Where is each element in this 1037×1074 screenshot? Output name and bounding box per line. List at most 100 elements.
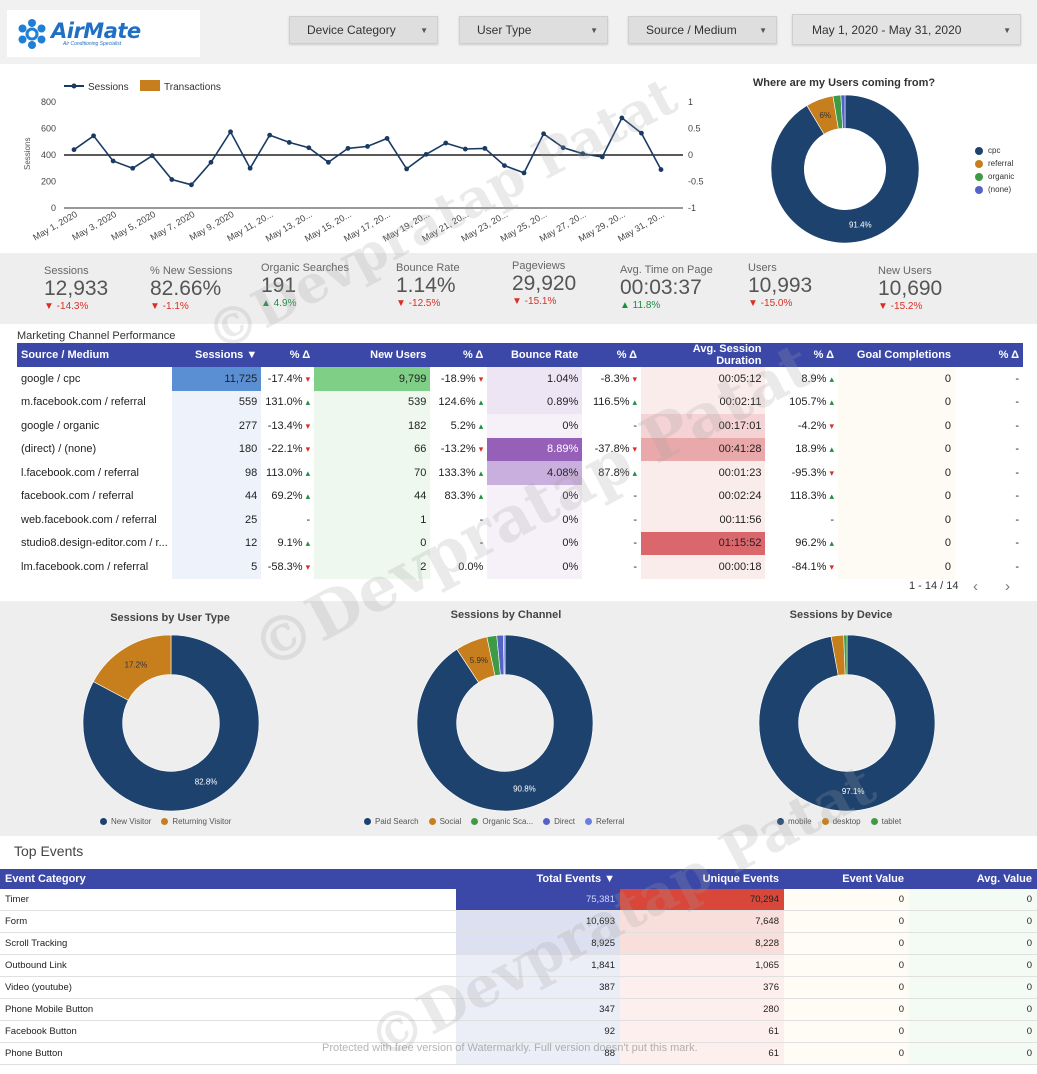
up-arrow-icon: ▴ <box>478 467 484 478</box>
table-cell: 00:05:12 <box>641 367 766 391</box>
prev-page-icon[interactable]: ‹ <box>973 578 978 595</box>
table-row: Outbound Link 1,841 1,065 0 0 <box>0 954 1037 978</box>
device-category-filter[interactable]: Device Category ▼ <box>289 16 438 44</box>
table-cell: 124.6% ▴ <box>438 396 484 409</box>
y-tick-label: 800 <box>41 97 56 107</box>
column-header: % Δ <box>765 343 839 367</box>
column-header: Bounce Rate <box>487 343 583 367</box>
legend-label: cpc <box>988 146 1001 155</box>
sessions-data-point <box>560 145 566 151</box>
table-cell: 10,693 <box>456 910 620 934</box>
kpi-scorecards: Sessions 12,933 ▼ -14.3% % New Sessions 82.6… <box>0 253 1037 324</box>
table-row: facebook.com / referral 44 69.2% ▴ 44 83.3% … <box>17 484 1023 508</box>
table-cell: -37.8% ▾ <box>594 443 638 456</box>
legend-label: mobile <box>788 817 812 826</box>
up-arrow-icon: ▴ <box>478 491 484 502</box>
column-header: Source / Medium <box>17 343 172 367</box>
table-cell: -22.1% ▾ <box>267 443 311 456</box>
date-range-picker[interactable]: May 1, 2020 - May 31, 2020 ▼ <box>792 14 1021 45</box>
sessions-data-point <box>384 136 390 141</box>
column-header: Unique Events <box>620 869 784 889</box>
watermark-note: Protected with free version of Watermark… <box>322 1042 698 1054</box>
table-cell: 131.0% ▴ <box>265 396 311 409</box>
table-cell: -84.1% ▾ <box>791 560 835 573</box>
user-type-legend: New Visitor Returning Visitor <box>100 817 241 826</box>
table-cell: - <box>1015 396 1019 409</box>
chevron-down-icon: ▼ <box>759 26 767 35</box>
table-cell: google / cpc <box>21 372 81 385</box>
donut-data-label: 97.1% <box>842 787 865 796</box>
table-cell: 0 <box>784 932 909 956</box>
legend-label: Returning Visitor <box>172 817 232 826</box>
table-header-row: Source / Medium Sessions ▼% Δ New Users% Δ… <box>17 343 1023 367</box>
table-cell: -58.3% ▾ <box>267 560 311 573</box>
table-cell: Facebook Button <box>0 1020 456 1043</box>
kpi-bounce-rate: Bounce Rate 1.14% ▼ -12.5% <box>396 262 460 309</box>
table-cell: 0% <box>487 414 583 438</box>
kpi-label: New Users <box>878 265 932 277</box>
table-cell: 87.8% ▴ <box>598 466 638 479</box>
sessions-data-point <box>130 165 136 171</box>
table-cell: 113.0% ▴ <box>266 466 311 479</box>
table-cell: 0 <box>784 998 909 1021</box>
sessions-data-point <box>423 151 429 157</box>
column-header: Goal Completions <box>838 343 956 367</box>
table-cell: 5 <box>171 555 262 579</box>
table-cell: 11,725 <box>171 367 262 391</box>
table-row: google / organic 277 -13.4% ▾ 182 5.2% ▴ 0% -0… <box>17 414 1023 438</box>
table-cell: 0 <box>838 508 956 532</box>
table-cell: 00:02:11 <box>641 390 766 414</box>
table-cell: - <box>830 513 835 526</box>
table-cell: 0.0% <box>458 560 484 573</box>
y-tick-label: 400 <box>41 150 56 160</box>
kpi-label: Sessions <box>44 265 89 277</box>
y2-tick-label: 1 <box>688 97 693 107</box>
column-header: % Δ <box>955 343 1023 367</box>
legend-dot <box>870 818 878 825</box>
legend-label: (none) <box>988 185 1012 194</box>
table-cell: 00:02:24 <box>641 484 766 508</box>
sessions-data-point <box>110 158 116 164</box>
pagination-label: 1 - 14 / 14 <box>909 580 959 592</box>
table-row: Scroll Tracking 8,925 8,228 0 0 <box>0 932 1037 956</box>
table-cell: 0 <box>909 1020 1037 1043</box>
sessions-transactions-line-chart: Sessions Transactions 800 600 400 200 0 1 0.5 0 -0… <box>23 80 704 244</box>
source-medium-filter[interactable]: Source / Medium ▼ <box>628 16 777 44</box>
table-cell: -95.3% ▾ <box>791 466 835 479</box>
table-cell: 277 <box>171 414 262 438</box>
sessions-data-point <box>325 159 331 165</box>
table-cell: 0 <box>784 1020 909 1043</box>
table-cell: 00:41:28 <box>641 437 766 461</box>
table-cell: 0 <box>909 998 1037 1021</box>
table-cell: -8.3% ▾ <box>600 372 638 385</box>
sessions-data-point <box>208 159 214 165</box>
table-cell: 70,294 <box>620 889 784 912</box>
table-cell: -13.4% ▾ <box>267 419 311 432</box>
table-cell: 0% <box>487 555 583 579</box>
up-arrow-icon: ▴ <box>478 397 484 408</box>
donut-data-label: 6% <box>819 111 831 120</box>
table-cell: 0 <box>784 910 909 934</box>
legend-label: desktop <box>832 817 861 826</box>
kpi-value: 10,993 <box>748 274 813 297</box>
kpi-value: 1.14% <box>396 274 456 297</box>
table-cell: - <box>479 513 484 526</box>
table-cell: -13.2% ▾ <box>440 443 484 456</box>
kpi-change: ▼ -15.2% <box>878 301 923 312</box>
user-type-filter[interactable]: User Type ▼ <box>459 16 608 44</box>
table-cell: 8,925 <box>456 932 620 956</box>
next-page-icon[interactable]: › <box>1005 578 1010 595</box>
sessions-data-point <box>306 145 312 151</box>
table-cell: - <box>633 419 638 432</box>
table-cell: - <box>1015 372 1019 385</box>
kpi-label: Organic Searches <box>261 262 350 274</box>
column-header: Avg. Session Duration <box>641 343 766 367</box>
channel-donut-chart: 90.8% 5.9% <box>416 634 594 812</box>
down-arrow-icon: ▾ <box>305 420 311 431</box>
legend-label: Organic Sca... <box>482 817 534 826</box>
table-cell: 539 <box>314 390 431 414</box>
y-tick-label: 600 <box>41 124 56 134</box>
kpi-value: 00:03:37 <box>620 276 702 299</box>
table-cell: - <box>306 513 311 526</box>
marketing-channel-table: Source / Medium Sessions ▼% Δ New Users% Δ… <box>17 343 1023 579</box>
